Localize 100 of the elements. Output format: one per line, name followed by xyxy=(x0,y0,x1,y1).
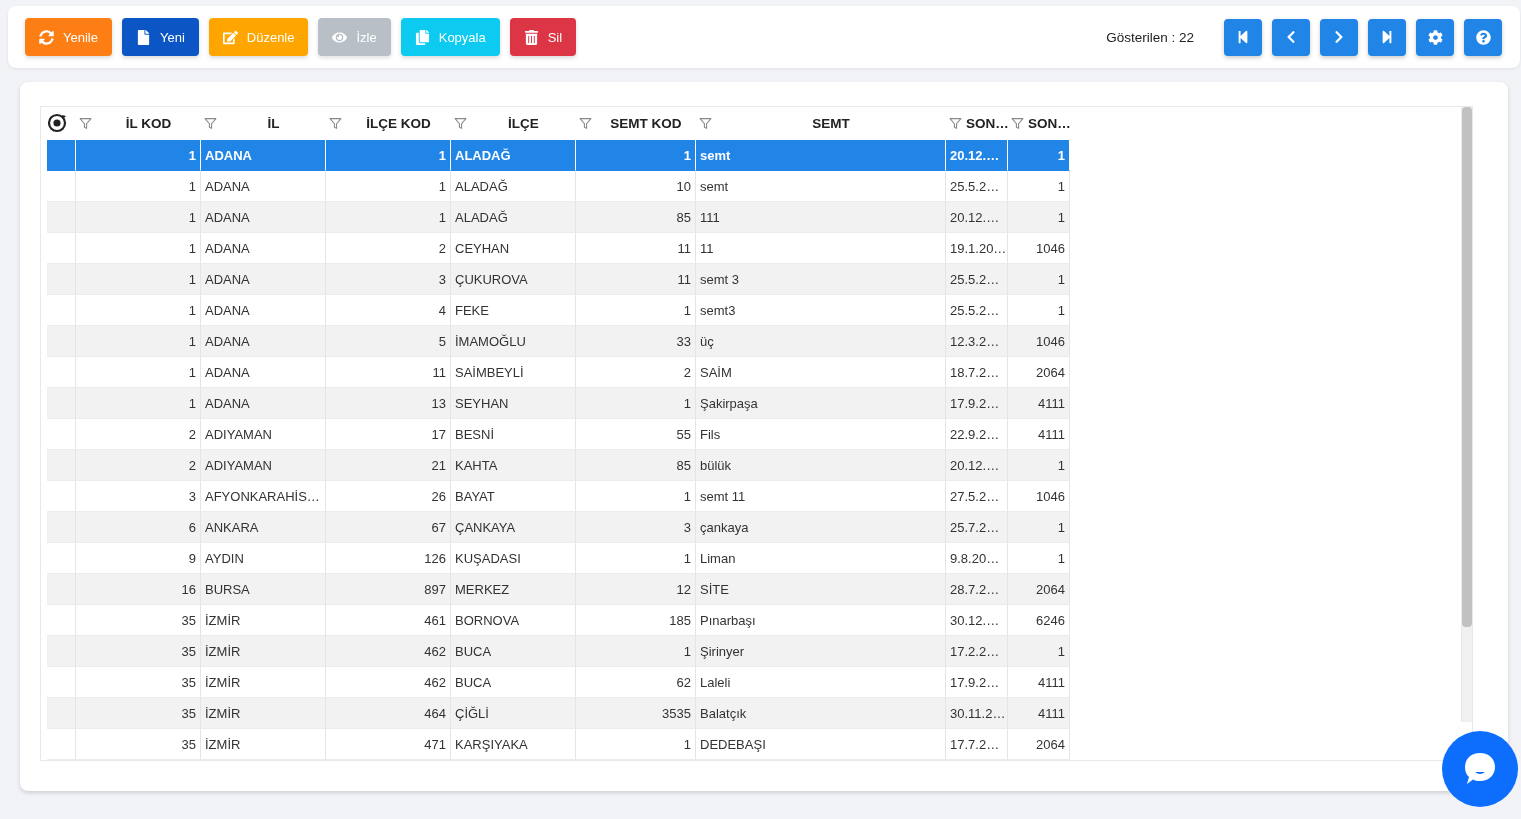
table-cell: 17.2.2… xyxy=(946,636,1008,667)
table-cell: 1 xyxy=(576,295,696,326)
table-cell: 1 xyxy=(76,264,201,295)
table-cell: 185 xyxy=(576,605,696,636)
table-cell: DEDEBAŞI xyxy=(696,729,946,760)
table-cell: 25.7.2… xyxy=(946,512,1008,543)
table-cell: 35 xyxy=(76,605,201,636)
table-cell: üç xyxy=(696,326,946,357)
table-cell: SEYHAN xyxy=(451,388,576,419)
table-cell: 11 xyxy=(696,233,946,264)
table-cell: 4 xyxy=(326,295,451,326)
table-cell: 17.7.2… xyxy=(946,729,1008,760)
table-cell: KARŞIYAKA xyxy=(451,729,576,760)
column-settings-icon[interactable] xyxy=(47,113,67,133)
table-cell: 5 xyxy=(326,326,451,357)
last-button[interactable] xyxy=(1368,18,1406,56)
table-cell: 1 xyxy=(576,481,696,512)
table-cell: 2064 xyxy=(1008,729,1070,760)
filter-icon[interactable] xyxy=(79,116,92,130)
table-cell: FEKE xyxy=(451,295,576,326)
filter-icon[interactable] xyxy=(204,116,217,130)
table-cell: ALADAĞ xyxy=(451,202,576,233)
table-cell: 2 xyxy=(76,419,201,450)
table-cell: 464 xyxy=(326,698,451,729)
table-cell: SAİM xyxy=(696,357,946,388)
column-header[interactable]: SEMT KOD xyxy=(596,115,696,131)
table-cell: 9 xyxy=(76,543,201,574)
table-cell: 462 xyxy=(326,636,451,667)
table-cell: 20.12.… xyxy=(946,450,1008,481)
table-cell: ÇANKAYA xyxy=(451,512,576,543)
table-cell: 1 xyxy=(1008,264,1070,295)
table-cell: 126 xyxy=(326,543,451,574)
table-cell: 3 xyxy=(76,481,201,512)
table-cell: 1 xyxy=(576,140,696,171)
table-cell: 3 xyxy=(326,264,451,295)
settings-button[interactable] xyxy=(1416,18,1454,56)
table-cell: ADANA xyxy=(201,388,326,419)
table-cell: ADANA xyxy=(201,295,326,326)
first-button[interactable] xyxy=(1224,18,1262,56)
column-header[interactable]: İL KOD xyxy=(96,115,201,131)
table-cell: 4111 xyxy=(1008,388,1070,419)
filter-icon[interactable] xyxy=(949,116,962,130)
table-cell: İZMİR xyxy=(201,636,326,667)
table-cell: 85 xyxy=(576,202,696,233)
table-cell: 35 xyxy=(76,667,201,698)
column-header[interactable]: İLÇE KOD xyxy=(346,115,451,131)
table-cell: 462 xyxy=(326,667,451,698)
table-cell: ALADAĞ xyxy=(451,171,576,202)
table-cell: 461 xyxy=(326,605,451,636)
table-cell: Balatçık xyxy=(696,698,946,729)
filter-icon[interactable] xyxy=(579,116,592,130)
table-cell: 1 xyxy=(576,636,696,667)
table-cell: 1046 xyxy=(1008,233,1070,264)
scrollbar[interactable] xyxy=(1461,107,1472,722)
table-cell: 35 xyxy=(76,636,201,667)
table-cell: 25.5.2… xyxy=(946,171,1008,202)
table-cell: semt 11 xyxy=(696,481,946,512)
table-cell: 1046 xyxy=(1008,481,1070,512)
table-cell: 1 xyxy=(1008,202,1070,233)
table-cell: 25.5.2… xyxy=(946,264,1008,295)
table-cell: Şirinyer xyxy=(696,636,946,667)
table-cell: 55 xyxy=(576,419,696,450)
table-cell: 1 xyxy=(76,295,201,326)
settings-icon xyxy=(1427,29,1443,45)
help-button[interactable] xyxy=(1464,18,1502,56)
table-cell: 1046 xyxy=(1008,326,1070,357)
table-cell: 21 xyxy=(326,450,451,481)
filter-icon[interactable] xyxy=(699,116,712,130)
table-cell: 1 xyxy=(76,357,201,388)
table-cell: 1 xyxy=(1008,171,1070,202)
filter-icon[interactable] xyxy=(1011,116,1024,130)
table-cell: BUCA xyxy=(451,636,576,667)
column-header[interactable]: İLÇE xyxy=(471,115,576,131)
column-header[interactable]: SON… xyxy=(1028,115,1071,131)
column-header[interactable]: SEMT xyxy=(716,115,946,131)
table-cell: 19.1.20… xyxy=(946,233,1008,264)
filter-icon[interactable] xyxy=(329,116,342,130)
table-cell: 22.9.2… xyxy=(946,419,1008,450)
table-cell: 1 xyxy=(576,729,696,760)
table-cell: 30.12.… xyxy=(946,605,1008,636)
table-cell: çankaya xyxy=(696,512,946,543)
new-button[interactable]: Yeni xyxy=(121,18,199,56)
table-cell: 1 xyxy=(76,326,201,357)
table-cell: 1 xyxy=(326,171,451,202)
table-cell: 4111 xyxy=(1008,698,1070,729)
edit-icon xyxy=(222,29,238,45)
column-header[interactable]: İL xyxy=(221,115,326,131)
table-cell: 3 xyxy=(576,512,696,543)
table-cell: 4111 xyxy=(1008,667,1070,698)
column-header[interactable]: SON… xyxy=(966,115,1009,131)
table-cell: 12.3.2… xyxy=(946,326,1008,357)
table-cell: 16 xyxy=(76,574,201,605)
next-button[interactable] xyxy=(1320,18,1358,56)
table-cell: 33 xyxy=(576,326,696,357)
table-cell: 13 xyxy=(326,388,451,419)
table-cell: AYDIN xyxy=(201,543,326,574)
table-cell: SAİMBEYLİ xyxy=(451,357,576,388)
filter-icon[interactable] xyxy=(454,116,467,130)
prev-button[interactable] xyxy=(1272,18,1310,56)
delete-button[interactable]: Sil xyxy=(509,18,577,56)
